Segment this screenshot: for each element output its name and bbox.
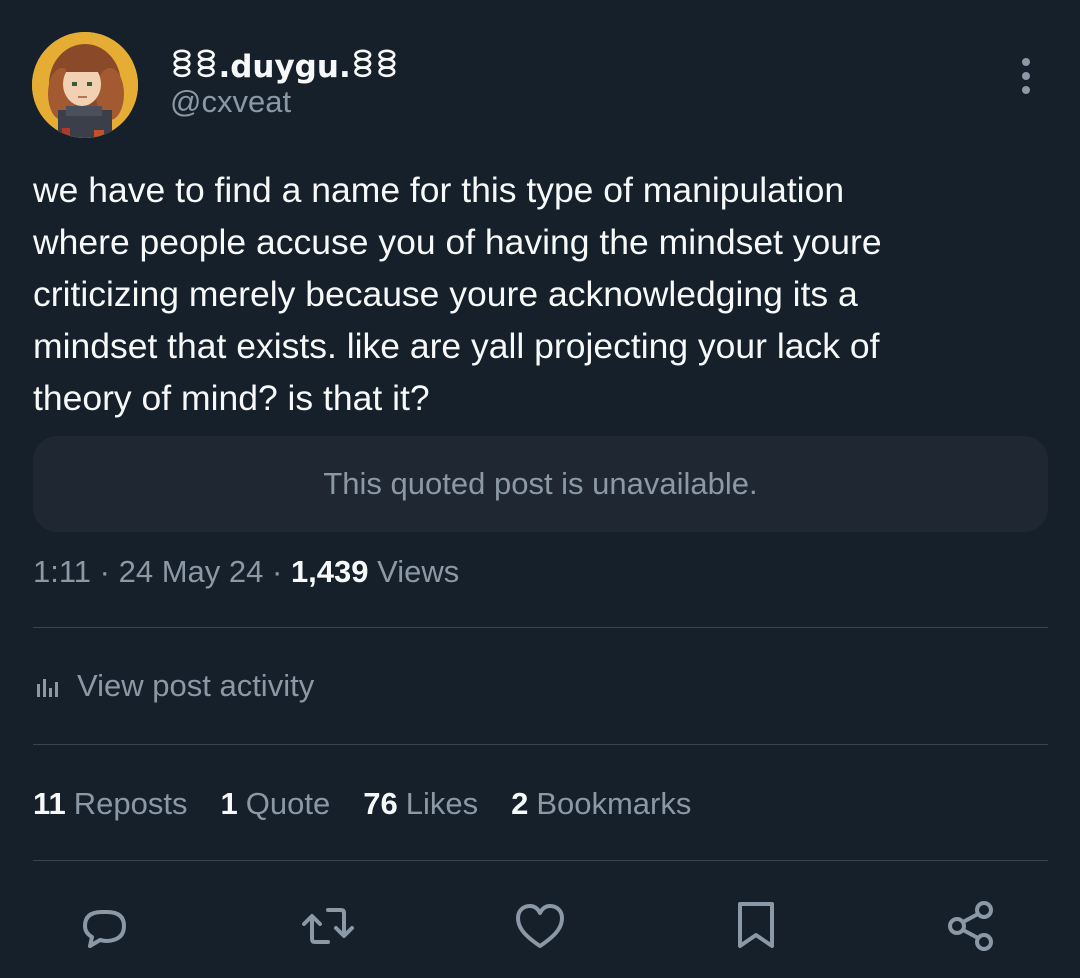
- repost-icon: [302, 908, 354, 944]
- tweet-detail: ꊞꊞ.duygu.ꊞꊞ @cxveat we have to find a na…: [0, 0, 1080, 978]
- reply-icon: [83, 910, 126, 948]
- handle[interactable]: @cxveat: [170, 84, 291, 120]
- tweet-text: we have to find a name for this type of …: [33, 170, 882, 418]
- share-icon: [948, 901, 993, 951]
- meta-separator: ·: [91, 554, 119, 589]
- bookmark-button[interactable]: [726, 896, 786, 956]
- like-button[interactable]: [510, 896, 570, 956]
- meta-separator: ·: [263, 554, 291, 589]
- quotes-label: Quote: [245, 786, 331, 821]
- display-name[interactable]: ꊞꊞ.duygu.ꊞꊞ: [170, 44, 399, 85]
- repost-button[interactable]: [298, 896, 358, 956]
- bookmarks-label: Bookmarks: [536, 786, 692, 821]
- post-meta: 1:11 · 24 May 24 · 1,439 Views: [33, 554, 459, 590]
- views-label: Views: [377, 554, 460, 589]
- post-date[interactable]: 24 May 24: [119, 554, 264, 589]
- bookmarks-stat[interactable]: 2 Bookmarks: [511, 786, 691, 822]
- divider: [33, 627, 1048, 628]
- avatar[interactable]: [32, 32, 138, 138]
- post-time[interactable]: 1:11: [33, 554, 91, 589]
- divider: [33, 860, 1048, 861]
- reposts-label: Reposts: [73, 786, 188, 821]
- views-count: 1,439: [290, 554, 369, 589]
- bookmark-icon: [738, 902, 774, 948]
- likes-label: Likes: [405, 786, 479, 821]
- reposts-count: 11: [33, 786, 66, 821]
- likes-count: 76: [363, 786, 398, 821]
- engagement-stats: 11 Reposts 1 Quote 76 Likes 2 Bookmarks: [33, 786, 724, 822]
- more-options-icon[interactable]: [1008, 54, 1044, 98]
- quotes-stat[interactable]: 1 Quote: [221, 786, 331, 822]
- reposts-stat[interactable]: 11 Reposts: [33, 786, 188, 822]
- view-post-activity-link[interactable]: View post activity: [33, 668, 314, 704]
- bar-chart-icon: [37, 679, 58, 697]
- share-button[interactable]: [940, 896, 1000, 956]
- quotes-count: 1: [220, 786, 238, 821]
- like-icon: [516, 904, 564, 948]
- quoted-post-card: This quoted post is unavailable.: [33, 436, 1048, 532]
- avatar-image: [32, 32, 138, 138]
- reply-button[interactable]: [74, 896, 134, 956]
- view-post-activity-label: View post activity: [77, 668, 315, 703]
- bookmarks-count: 2: [511, 786, 529, 821]
- quoted-post-notice: This quoted post is unavailable.: [323, 466, 758, 501]
- likes-stat[interactable]: 76 Likes: [363, 786, 478, 822]
- divider: [33, 744, 1048, 745]
